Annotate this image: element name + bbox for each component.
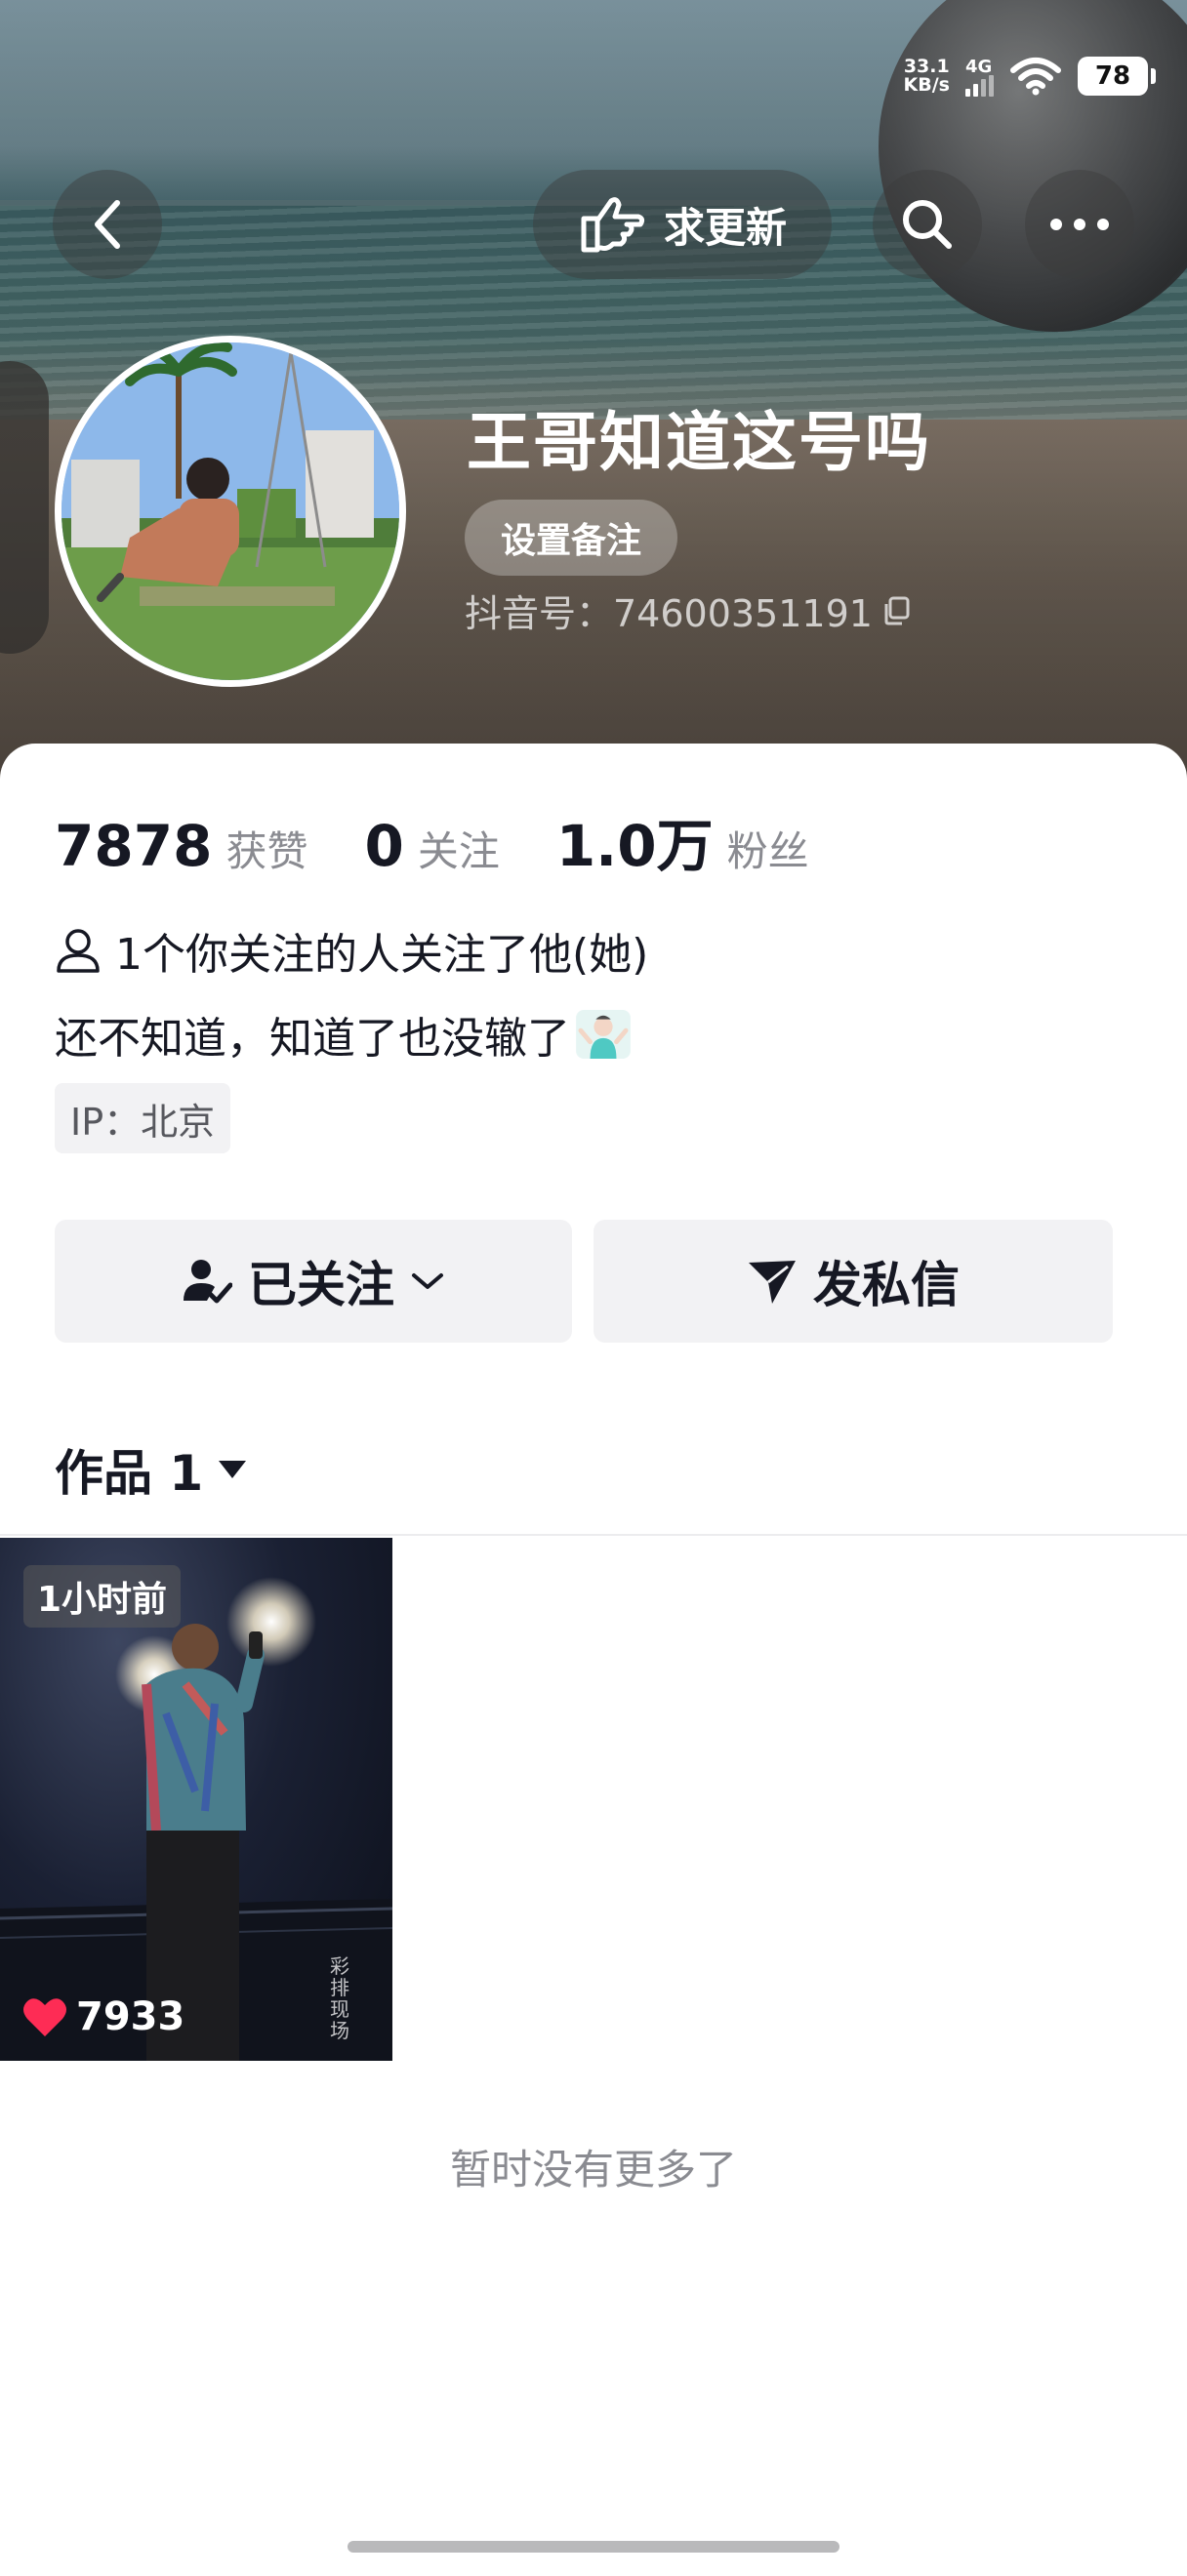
search-icon [903, 200, 952, 249]
battery-indicator: 78 [1078, 57, 1156, 96]
ip-location-tag: IP：北京 [55, 1083, 231, 1153]
followers-count[interactable]: 1.0万 [556, 800, 714, 882]
tab-divider [0, 1534, 1187, 1536]
send-message-label: 发私信 [813, 1257, 960, 1313]
copy-icon[interactable] [880, 594, 914, 627]
search-button[interactable] [873, 170, 982, 279]
video-thumbnail[interactable]: 1小时前 7933 彩排现场 [0, 1538, 392, 2061]
status-bar: 33.1 KB/s 4G 78 [903, 51, 1156, 101]
likes-label: 获赞 [225, 827, 308, 875]
more-button[interactable] [1025, 170, 1134, 279]
video-likes-count: 7933 [76, 1994, 185, 2039]
video-time-badge: 1小时前 [23, 1565, 182, 1628]
likes-count[interactable]: 7878 [55, 813, 212, 879]
user-check-icon [184, 1260, 232, 1304]
back-button[interactable] [53, 170, 162, 279]
home-indicator[interactable] [348, 2541, 839, 2553]
no-more-text: 暂时没有更多了 [449, 2146, 737, 2194]
followed-label: 已关注 [248, 1257, 394, 1313]
bio: 还不知道，知道了也没辙了 [55, 1003, 631, 1066]
avatar-photo [61, 342, 399, 680]
network-speed: 33.1 KB/s [903, 56, 950, 96]
profile-stats: 7878 获赞 0 关注 1.0万 粉丝 [55, 800, 866, 882]
following-label: 关注 [417, 827, 500, 875]
douyin-id[interactable]: 抖音号：74600351191 [465, 584, 914, 637]
following-count[interactable]: 0 [364, 813, 403, 879]
signal-bars-icon [965, 74, 994, 97]
request-update-button[interactable]: 求更新 [533, 170, 832, 279]
wifi-icon [1010, 58, 1061, 96]
bio-text: 还不知道，知道了也没辙了 [55, 1014, 570, 1064]
send-message-button[interactable]: 发私信 [594, 1220, 1113, 1343]
video-watermark: 彩排现场 [330, 1954, 349, 2042]
caret-down-icon [219, 1461, 247, 1478]
tab-works[interactable]: 作品 1 [55, 1434, 248, 1505]
heart-icon [23, 1998, 66, 2036]
more-dots-icon [1050, 219, 1109, 230]
set-remark-button[interactable]: 设置备注 [465, 500, 677, 576]
video-likes: 7933 [21, 1994, 184, 2039]
followers-label: 粉丝 [726, 827, 809, 875]
douyin-id-text: 抖音号：74600351191 [465, 592, 873, 635]
followed-button[interactable]: 已关注 [55, 1220, 572, 1343]
mutual-follow-text: 1个你关注的人关注了他(她) [115, 930, 649, 980]
avatar[interactable] [55, 336, 406, 687]
chevron-left-icon [95, 200, 120, 249]
send-plane-icon [749, 1261, 796, 1304]
nickname: 王哥知道这号吗 [467, 405, 931, 480]
chevron-down-icon [412, 1273, 443, 1289]
tab-works-label: 作品 1 [55, 1445, 204, 1502]
shrug-emoji-icon [576, 1010, 631, 1059]
cellular-signal: 4G [965, 57, 994, 97]
person-icon [57, 929, 100, 973]
pointing-hand-icon [581, 197, 645, 253]
mutual-follow-row[interactable]: 1个你关注的人关注了他(她) [55, 919, 648, 982]
